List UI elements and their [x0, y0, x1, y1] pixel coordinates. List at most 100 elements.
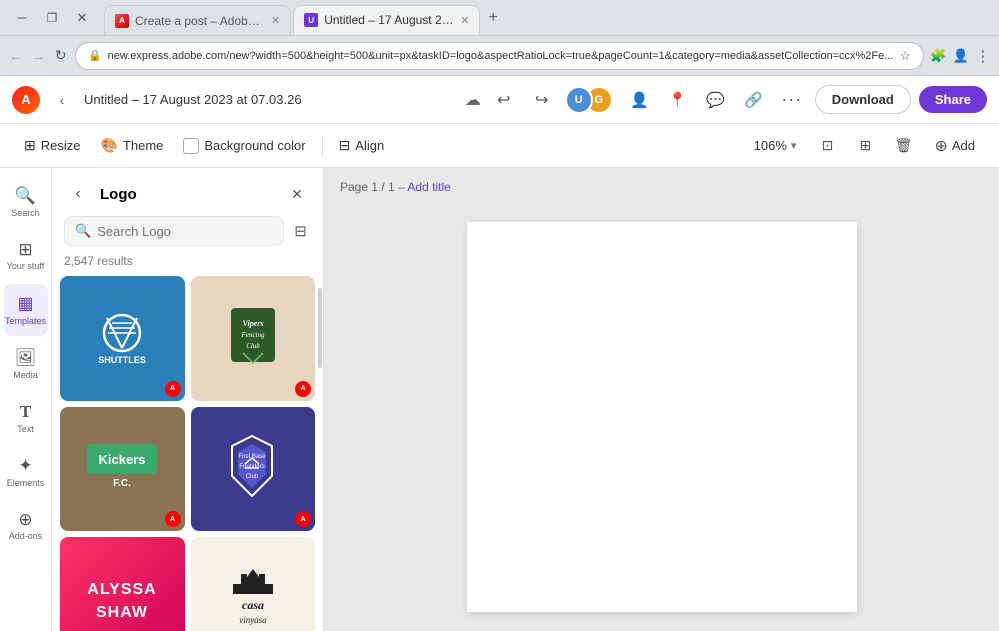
sidebar-item-your-stuff[interactable]: ⊞ Your stuff: [4, 230, 48, 282]
theme-label: Theme: [123, 138, 163, 153]
canvas-area: Page 1 / 1 – Add title: [324, 168, 999, 631]
sidebar-item-media[interactable]: 🖼 Media: [4, 338, 48, 390]
download-button[interactable]: Download: [815, 85, 911, 114]
left-sidebar: 🔍 Search ⊞ Your stuff ▦ Templates 🖼 Medi…: [0, 168, 52, 631]
firstbase-svg: First Base Founders Club: [210, 426, 295, 511]
alyssa-svg: ALYSSA SHAW: [72, 549, 172, 631]
redo-button[interactable]: ↪: [527, 85, 557, 115]
zoom-control[interactable]: 106% ▾: [746, 134, 805, 157]
sidebar-item-addons[interactable]: ⊕ Add-ons: [4, 500, 48, 552]
tab-active[interactable]: U Untitled – 17 August 2023 at 07... ✕: [293, 5, 480, 35]
back-button[interactable]: ←: [8, 42, 24, 70]
app-back-button[interactable]: ‹: [48, 86, 76, 114]
panel-close-button[interactable]: ✕: [283, 180, 311, 208]
logo-card-kickers[interactable]: Kickers F.C. A: [60, 407, 185, 532]
add-button[interactable]: ⊕ Add: [926, 131, 983, 161]
grid-button[interactable]: ⊞: [850, 131, 880, 161]
share-link-button[interactable]: 🔗: [739, 85, 769, 115]
logo-card-alyssa[interactable]: ALYSSA SHAW A: [60, 537, 185, 631]
panel-scroll[interactable]: SHUTTLES A Vipers Fencing Club: [52, 276, 323, 631]
media-icon: 🖼: [15, 348, 37, 368]
close-button[interactable]: ✕: [68, 7, 96, 29]
profile-button[interactable]: 👤: [952, 42, 968, 70]
logo-card-firstbase[interactable]: First Base Founders Club A: [191, 407, 316, 532]
svg-text:Club: Club: [246, 474, 259, 480]
delete-button[interactable]: 🗑: [888, 131, 918, 161]
sidebar-item-templates[interactable]: ▦ Templates: [4, 284, 48, 336]
add-plus-icon: ⊕: [934, 136, 947, 156]
search-magnifier-icon: 🔍: [75, 223, 91, 239]
cloud-save-icon: ☁: [465, 90, 481, 110]
svg-text:vinyasa: vinyasa: [239, 615, 267, 625]
undo-button[interactable]: ↩: [489, 85, 519, 115]
canvas-title-bar: Page 1 / 1 – Add title: [324, 168, 999, 202]
share-button[interactable]: Share: [919, 86, 987, 113]
svg-text:Fencing: Fencing: [240, 331, 264, 339]
browser-menu-button[interactable]: ⋮: [975, 42, 991, 70]
add-title-link[interactable]: Add title: [407, 180, 450, 194]
logo-panel: ‹ Logo ✕ 🔍 ⊟ 2,547 results: [52, 168, 324, 631]
bg-color-swatch: [183, 138, 199, 154]
filter-button[interactable]: ⊟: [290, 216, 311, 246]
resize-label: Resize: [41, 138, 81, 153]
extensions-button[interactable]: 🧩: [930, 42, 946, 70]
canvas-container[interactable]: [324, 202, 999, 631]
search-box[interactable]: 🔍: [64, 216, 284, 246]
panel-search: 🔍 ⊟: [52, 216, 323, 254]
app-header: A ‹ Untitled – 17 August 2023 at 07.03.2…: [0, 76, 999, 124]
bg-color-tool[interactable]: Background color: [175, 133, 313, 159]
sidebar-text-label: Text: [17, 424, 34, 434]
sidebar-item-elements[interactable]: ✦ Elements: [4, 446, 48, 498]
tab-close-icon-2[interactable]: ✕: [460, 14, 469, 27]
zoom-value: 106%: [754, 138, 787, 153]
logo-grid: SHUTTLES A Vipers Fencing Club: [60, 276, 315, 631]
maximize-button[interactable]: ❐: [38, 7, 66, 29]
align-tool[interactable]: ⊟ Align: [331, 132, 393, 159]
panel-title: Logo: [100, 186, 275, 203]
tab-close-icon[interactable]: ✕: [271, 14, 280, 27]
canvas-page: [467, 222, 857, 612]
comment-button[interactable]: 💬: [701, 85, 731, 115]
new-tab-button[interactable]: +: [482, 7, 503, 29]
collaborators-button[interactable]: 👤: [625, 85, 655, 115]
your-stuff-icon: ⊞: [18, 240, 32, 260]
logo-card-vipers[interactable]: Vipers Fencing Club A: [191, 276, 316, 401]
tab-label-1: Create a post – Adobe Support C...: [135, 14, 265, 28]
app-title: Untitled – 17 August 2023 at 07.03.26: [84, 92, 457, 107]
separator: –: [398, 180, 405, 194]
fit-page-button[interactable]: ⊡: [812, 131, 842, 161]
search-input[interactable]: [97, 224, 273, 239]
casa-svg: casa vinyasa: [203, 549, 303, 631]
resize-tool[interactable]: ⊞ Resize: [16, 132, 88, 159]
address-bar[interactable]: 🔒 new.express.adobe.com/new?width=500&he…: [75, 42, 924, 70]
add-label: Add: [952, 138, 975, 153]
bg-color-label: Background color: [204, 138, 305, 153]
svg-text:SHAW: SHAW: [96, 604, 148, 621]
svg-text:F.C.: F.C.: [113, 478, 131, 489]
panel-scrollbar-thumb[interactable]: [318, 288, 322, 368]
minimize-button[interactable]: ─: [8, 7, 36, 29]
more-button[interactable]: ···: [777, 85, 807, 115]
zoom-chevron-icon: ▾: [791, 139, 797, 152]
svg-text:Club: Club: [246, 342, 260, 350]
forward-button[interactable]: →: [30, 42, 46, 70]
svg-text:Vipers: Vipers: [242, 319, 263, 328]
theme-tool[interactable]: 🎨 Theme: [92, 132, 171, 159]
app: A ‹ Untitled – 17 August 2023 at 07.03.2…: [0, 76, 999, 631]
sidebar-item-text[interactable]: T Text: [4, 392, 48, 444]
align-label: Align: [355, 138, 384, 153]
sidebar-item-search[interactable]: 🔍 Search: [4, 176, 48, 228]
panel-scrollbar-track[interactable]: [317, 168, 323, 631]
logo-card-shuttles[interactable]: SHUTTLES A: [60, 276, 185, 401]
avatar-user1: U: [565, 86, 593, 114]
bookmark-icon[interactable]: ☆: [899, 48, 911, 64]
logo-card-casa[interactable]: casa vinyasa A: [191, 537, 316, 631]
location-button[interactable]: 📍: [663, 85, 693, 115]
sidebar-search-label: Search: [11, 208, 40, 218]
adobe-badge-firstbase: A: [295, 511, 311, 527]
resize-icon: ⊞: [24, 137, 36, 154]
toolbar-right: 106% ▾ ⊡ ⊞ 🗑 ⊕ Add: [746, 131, 983, 161]
tab-inactive[interactable]: A Create a post – Adobe Support C... ✕: [104, 5, 291, 35]
panel-back-button[interactable]: ‹: [64, 180, 92, 208]
refresh-button[interactable]: ↻: [53, 42, 69, 70]
